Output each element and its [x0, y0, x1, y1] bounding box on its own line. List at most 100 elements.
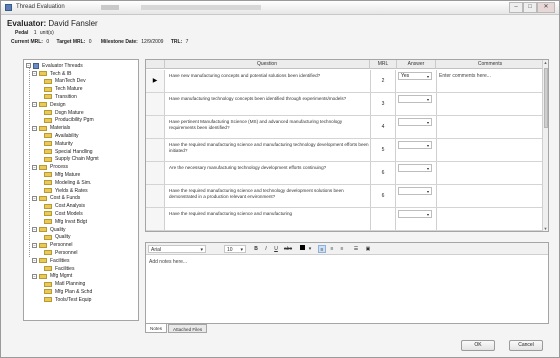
- tree-category[interactable]: − Tech & IB: [32, 70, 71, 77]
- tree-category[interactable]: − Quality: [32, 226, 66, 233]
- insert-image-icon[interactable]: ▣: [364, 245, 372, 253]
- answer-dropdown[interactable]: ▾: [398, 95, 432, 103]
- tree-category[interactable]: − Process: [32, 164, 68, 171]
- tree-item[interactable]: Personnel: [44, 249, 78, 256]
- answer-dropdown[interactable]: ▾: [398, 210, 432, 218]
- collapse-icon[interactable]: −: [32, 125, 37, 131]
- tree-item[interactable]: Cost Analysis: [44, 203, 85, 210]
- ok-button[interactable]: OK: [461, 340, 495, 351]
- scroll-down-icon[interactable]: ▼: [543, 226, 548, 231]
- scroll-thumb[interactable]: [544, 68, 548, 128]
- comments-cell[interactable]: [436, 93, 544, 115]
- chevron-down-icon[interactable]: ▾: [425, 188, 431, 195]
- minimize-button[interactable]: –: [509, 2, 523, 13]
- row-selector[interactable]: ▶: [146, 70, 165, 92]
- comments-column-header[interactable]: Comments: [436, 60, 544, 69]
- comments-cell[interactable]: Enter comments here...: [436, 70, 544, 92]
- grid-scrollbar[interactable]: ▲ ▼: [542, 60, 548, 231]
- row-selector[interactable]: [146, 93, 165, 115]
- comments-cell[interactable]: [436, 139, 544, 161]
- close-button[interactable]: ✕: [537, 2, 555, 13]
- tree-root[interactable]: − Evaluator Threads: [26, 62, 83, 69]
- comments-cell[interactable]: [436, 185, 544, 207]
- underline-button[interactable]: U: [272, 245, 280, 253]
- table-row[interactable]: Have the required manufacturing science …: [146, 208, 544, 231]
- chevron-down-icon[interactable]: ▾: [425, 165, 431, 172]
- tree-item[interactable]: Special Handling: [44, 148, 93, 155]
- answer-column-header[interactable]: Answer: [397, 60, 436, 69]
- tree-item[interactable]: Tech Mature: [44, 86, 83, 93]
- tree-item[interactable]: Yields & Rates: [44, 187, 88, 194]
- tree-item[interactable]: ManTech Dev: [44, 78, 86, 85]
- tree-item[interactable]: Mfg Invst Bdgt: [44, 218, 87, 225]
- tree-category[interactable]: − Design: [32, 101, 66, 108]
- tree-item[interactable]: Dsgn Mature: [44, 109, 84, 116]
- tree-category[interactable]: − Personnel: [32, 242, 73, 249]
- text-color-button[interactable]: [298, 245, 306, 253]
- tree-item[interactable]: Producibility Pgm: [44, 117, 94, 124]
- table-row[interactable]: Are the necessary manufacturing technolo…: [146, 162, 544, 185]
- title-bar[interactable]: Thread Evaluation – □ ✕: [1, 1, 559, 15]
- collapse-icon[interactable]: −: [26, 63, 31, 68]
- collapse-icon[interactable]: −: [32, 102, 37, 108]
- tree-item[interactable]: Transition: [44, 93, 77, 100]
- row-selector[interactable]: [146, 208, 165, 230]
- tree-item[interactable]: Quality: [44, 234, 71, 241]
- tree-category[interactable]: − Cost & Funds: [32, 195, 80, 202]
- tree-item[interactable]: Availability: [44, 132, 79, 139]
- collapse-icon[interactable]: −: [32, 71, 37, 76]
- collapse-icon[interactable]: −: [32, 227, 37, 232]
- align-right-icon[interactable]: ≡: [338, 245, 346, 253]
- align-center-icon[interactable]: ≡: [328, 245, 336, 253]
- table-row[interactable]: Have the required manufacturing science …: [146, 185, 544, 208]
- tree-category[interactable]: − Facilities: [32, 257, 69, 264]
- questions-grid[interactable]: Question MRL Answer Comments ▶ Have new m…: [145, 59, 549, 232]
- tree-item[interactable]: Mfg Mature: [44, 171, 80, 178]
- collapse-icon[interactable]: −: [32, 242, 37, 248]
- answer-dropdown[interactable]: Yes ▾: [398, 72, 432, 80]
- tree-item[interactable]: Mfg Plan & Schd: [44, 288, 92, 295]
- answer-dropdown[interactable]: ▾: [398, 187, 432, 195]
- row-selector[interactable]: [146, 139, 165, 161]
- table-row[interactable]: Have pertinent Manufacturing Science (MS…: [146, 116, 544, 139]
- bullet-list-icon[interactable]: ☰: [352, 245, 360, 253]
- scroll-up-icon[interactable]: ▲: [543, 60, 548, 66]
- chevron-down-icon[interactable]: ▾: [425, 96, 431, 103]
- collapse-icon[interactable]: −: [32, 258, 37, 264]
- chevron-down-icon[interactable]: ▾: [425, 73, 431, 80]
- answer-dropdown[interactable]: ▾: [398, 164, 432, 172]
- font-select[interactable]: Arial ▾: [148, 245, 206, 253]
- tree-item[interactable]: Supply Chain Mgmt: [44, 156, 99, 163]
- answer-dropdown[interactable]: ▾: [398, 118, 432, 126]
- mrl-column-header[interactable]: MRL: [370, 60, 397, 69]
- comments-cell[interactable]: [436, 162, 544, 184]
- font-size-select[interactable]: 10 ▾: [224, 245, 246, 253]
- tab-attached-files[interactable]: Attached Files: [168, 324, 208, 333]
- collapse-icon[interactable]: −: [32, 273, 37, 279]
- tree-item[interactable]: Facilities: [44, 265, 74, 272]
- row-selector[interactable]: [146, 185, 165, 207]
- table-row[interactable]: Have manufacturing technology concepts b…: [146, 93, 544, 116]
- table-row[interactable]: ▶ Have new manufacturing concepts and pot…: [146, 70, 544, 93]
- chevron-down-icon[interactable]: ▾: [425, 119, 431, 126]
- chevron-down-icon[interactable]: ▾: [425, 142, 431, 149]
- cancel-button[interactable]: Cancel: [509, 340, 543, 351]
- tree-item[interactable]: Cost Models: [44, 210, 83, 217]
- comments-cell[interactable]: [436, 208, 544, 230]
- tree-category[interactable]: − Materials: [32, 125, 70, 132]
- align-left-icon[interactable]: ≡: [318, 245, 326, 253]
- tree-item[interactable]: Matl Planning: [44, 281, 85, 288]
- thread-tree[interactable]: − Evaluator Threads − Tech & IB ManTech De…: [23, 59, 139, 321]
- maximize-button[interactable]: □: [523, 2, 537, 13]
- row-selector[interactable]: [146, 116, 165, 138]
- tree-item[interactable]: Tools/Test Equip: [44, 296, 91, 303]
- strikethrough-button[interactable]: abc: [282, 245, 294, 253]
- answer-dropdown[interactable]: ▾: [398, 141, 432, 149]
- bold-button[interactable]: B: [252, 245, 260, 253]
- collapse-icon[interactable]: −: [32, 195, 37, 201]
- tree-item[interactable]: Maturity: [44, 140, 73, 147]
- tree-category[interactable]: − Mfg Mgmt: [32, 273, 72, 280]
- table-row[interactable]: Have the required manufacturing science …: [146, 139, 544, 162]
- chevron-down-icon[interactable]: ▾: [306, 245, 314, 253]
- italic-button[interactable]: I: [262, 245, 270, 253]
